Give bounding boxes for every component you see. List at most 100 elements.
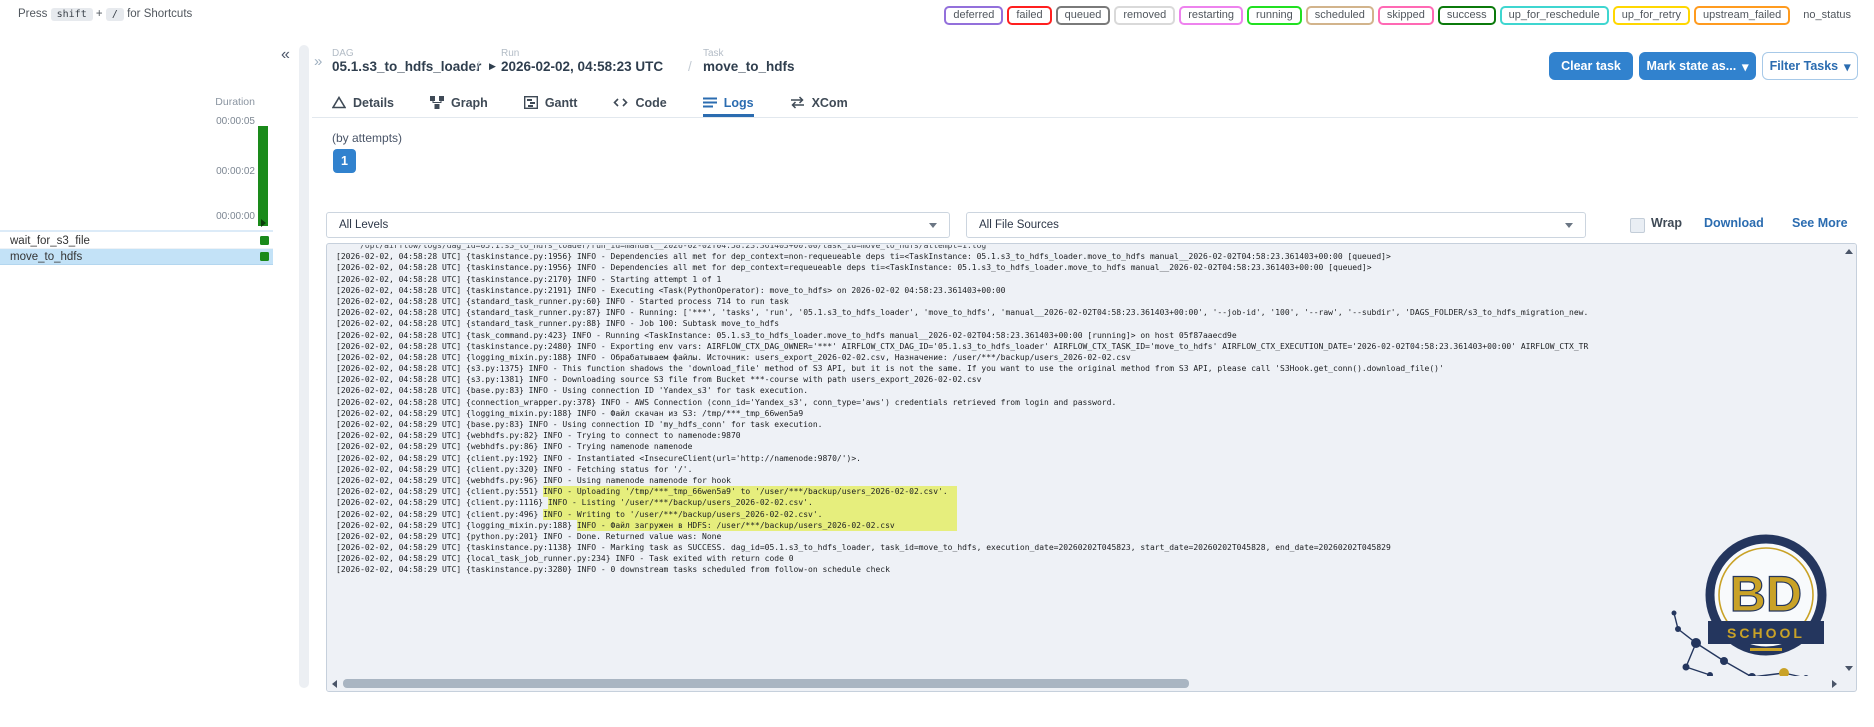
log-line: [2026-02-02, 04:58:29 UTC] {logging_mixi… [336, 519, 1840, 531]
legend-badge-scheduled[interactable]: scheduled [1305, 6, 1374, 25]
graph-icon [430, 96, 444, 109]
shortcuts-hint: Press shift + / for Shortcuts [18, 8, 193, 21]
collapse-sidebar-icon[interactable]: « [281, 46, 290, 64]
scroll-down-icon[interactable] [1845, 666, 1853, 671]
legend-badge-up_for_reschedule[interactable]: up_for_reschedule [1499, 6, 1609, 25]
details-icon [332, 96, 346, 109]
duration-axis-label: Duration [215, 96, 255, 108]
legend-badge-failed[interactable]: failed [1007, 6, 1052, 25]
log-line: [2026-02-02, 04:58:29 UTC] {taskinstance… [336, 565, 890, 575]
tab-label: Details [353, 95, 394, 110]
file-source-select[interactable]: All File Sources [966, 212, 1586, 238]
play-icon: ▶ [489, 61, 496, 71]
file-source-value: All File Sources [979, 219, 1059, 231]
gantt-icon [523, 96, 538, 109]
breadcrumb-task-value[interactable]: move_to_hdfs [703, 59, 795, 74]
legend-badge-no_status[interactable]: no_status [1794, 6, 1860, 25]
run-duration-bar[interactable] [258, 126, 268, 226]
tab-logs[interactable]: Logs [702, 88, 754, 117]
legend-badge-success[interactable]: success [1437, 6, 1496, 25]
shift-key: shift [50, 8, 93, 21]
clear-task-label: Clear task [1561, 59, 1621, 73]
breadcrumb-task-label: Task [703, 48, 724, 59]
airflow-task-instance-page: Press shift + / for Shortcuts deferred fa… [0, 0, 1874, 727]
tab-bar: Details Graph Gantt Code Logs XCom [312, 88, 1858, 118]
mark-state-as-button[interactable]: Mark state as... ▾ [1639, 52, 1756, 80]
vertical-scrollbar[interactable] [1842, 244, 1856, 676]
scroll-left-icon[interactable] [332, 680, 337, 688]
log-line: [2026-02-02, 04:58:29 UTC] {webhdfs.py:9… [336, 475, 731, 485]
log-content: /opt/airflow/logs/dag_id=05.1.s3_to_hdfs… [336, 245, 1840, 676]
tab-details[interactable]: Details [332, 88, 394, 117]
log-line: [2026-02-02, 04:58:28 UTC] {connection_w… [336, 397, 1117, 407]
logs-icon [702, 96, 717, 109]
duration-tick: 00:00:02 [216, 166, 255, 177]
highlighted-log-text: INFO - Listing '/user/***/backup/users_2… [547, 497, 958, 509]
shortcuts-text: Press [18, 8, 48, 20]
tab-graph[interactable]: Graph [430, 88, 488, 117]
breadcrumb-separator: / [688, 59, 692, 74]
task-row-wait_for_s3_file[interactable]: wait_for_s3_file [0, 233, 273, 249]
attempt-1-button[interactable]: 1 [333, 149, 356, 173]
log-line: [2026-02-02, 04:58:29 UTC] {base.py:83} … [336, 420, 823, 429]
tab-xcom[interactable]: XCom [790, 88, 848, 117]
tab-label: Logs [723, 95, 754, 110]
tab-label: Gantt [544, 95, 578, 110]
log-level-select[interactable]: All Levels [326, 212, 950, 238]
duration-tick: 00:00:05 [216, 116, 255, 127]
filter-tasks-button[interactable]: Filter Tasks ▾ [1762, 52, 1858, 80]
tab-label: Code [635, 95, 667, 110]
highlighted-log-text: INFO - Writing to '/user/***/backup/user… [543, 508, 958, 520]
log-line: [2026-02-02, 04:58:28 UTC] {base.py:83} … [336, 386, 809, 396]
clear-task-button[interactable]: Clear task [1549, 52, 1633, 80]
legend-badge-deferred[interactable]: deferred [944, 6, 1004, 25]
log-line: [2026-02-02, 04:58:28 UTC] {taskinstance… [336, 252, 1391, 262]
legend-badge-running[interactable]: running [1247, 6, 1302, 25]
slash-key: / [105, 8, 124, 21]
filter-tasks-label: Filter Tasks [1769, 59, 1839, 73]
tab-code[interactable]: Code [613, 88, 667, 117]
caret-down-icon: ▾ [1742, 59, 1749, 74]
log-line: [2026-02-02, 04:58:29 UTC] {webhdfs.py:8… [336, 442, 693, 452]
log-line: [2026-02-02, 04:58:29 UTC] {client.py:49… [336, 508, 1840, 520]
legend-badge-restarting[interactable]: restarting [1179, 6, 1244, 25]
horizontal-scrollbar[interactable] [327, 676, 1842, 691]
log-line: [2026-02-02, 04:58:28 UTC] {logging_mixi… [336, 352, 1131, 362]
logo-school-text: SCHOOL [1727, 625, 1805, 641]
breadcrumb-dag-value[interactable]: 05.1.s3_to_hdfs_loader [332, 59, 481, 74]
wrap-label[interactable]: Wrap [1651, 216, 1682, 230]
shortcuts-suffix: for Shortcuts [127, 8, 193, 20]
task-row-move_to_hdfs[interactable]: move_to_hdfs [0, 249, 273, 265]
mark-state-label: Mark state as... [1646, 59, 1737, 73]
tab-gantt[interactable]: Gantt [523, 88, 578, 117]
scroll-right-icon[interactable] [1832, 680, 1837, 688]
task-status-square[interactable] [260, 252, 269, 261]
log-line: [2026-02-02, 04:58:29 UTC] {local_task_j… [336, 554, 794, 564]
log-line: [2026-02-02, 04:58:28 UTC] {taskinstance… [336, 274, 722, 284]
log-line: [2026-02-02, 04:58:28 UTC] {s3.py:1375} … [336, 364, 1444, 374]
scrollbar-thumb[interactable] [343, 679, 1189, 688]
log-line: [2026-02-02, 04:58:29 UTC] {client.py:19… [336, 453, 861, 463]
legend-badge-removed[interactable]: removed [1114, 6, 1176, 25]
grid-separator [0, 230, 273, 232]
log-line: [2026-02-02, 04:58:28 UTC] {standard_tas… [336, 319, 780, 329]
log-line: [2026-02-02, 04:58:28 UTC] {s3.py:1381} … [336, 375, 982, 385]
log-line: [2026-02-02, 04:58:28 UTC] {task_command… [336, 330, 1237, 340]
breadcrumb-run-value[interactable]: 2026-02-02, 04:58:23 UTC [501, 59, 663, 74]
code-icon [613, 96, 629, 109]
download-link[interactable]: Download [1704, 216, 1764, 230]
wrap-checkbox[interactable] [1630, 218, 1645, 233]
see-more-link[interactable]: See More [1792, 216, 1848, 230]
legend-badge-up_for_retry[interactable]: up_for_retry [1612, 6, 1691, 25]
legend-badge-skipped[interactable]: skipped [1377, 6, 1434, 25]
log-line: [2026-02-02, 04:58:28 UTC] {taskinstance… [336, 341, 1589, 351]
run-marker-icon [261, 219, 266, 227]
task-status-square[interactable] [260, 236, 269, 245]
panel-resizer[interactable] [299, 45, 309, 688]
scroll-up-icon[interactable] [1845, 249, 1853, 254]
duration-tick: 00:00:00 [216, 211, 255, 222]
caret-down-icon: ▾ [1844, 59, 1851, 74]
by-attempts-label: (by attempts) [332, 131, 403, 145]
legend-badge-queued[interactable]: queued [1055, 6, 1111, 25]
legend-badge-upstream_failed[interactable]: upstream_failed [1694, 6, 1791, 25]
